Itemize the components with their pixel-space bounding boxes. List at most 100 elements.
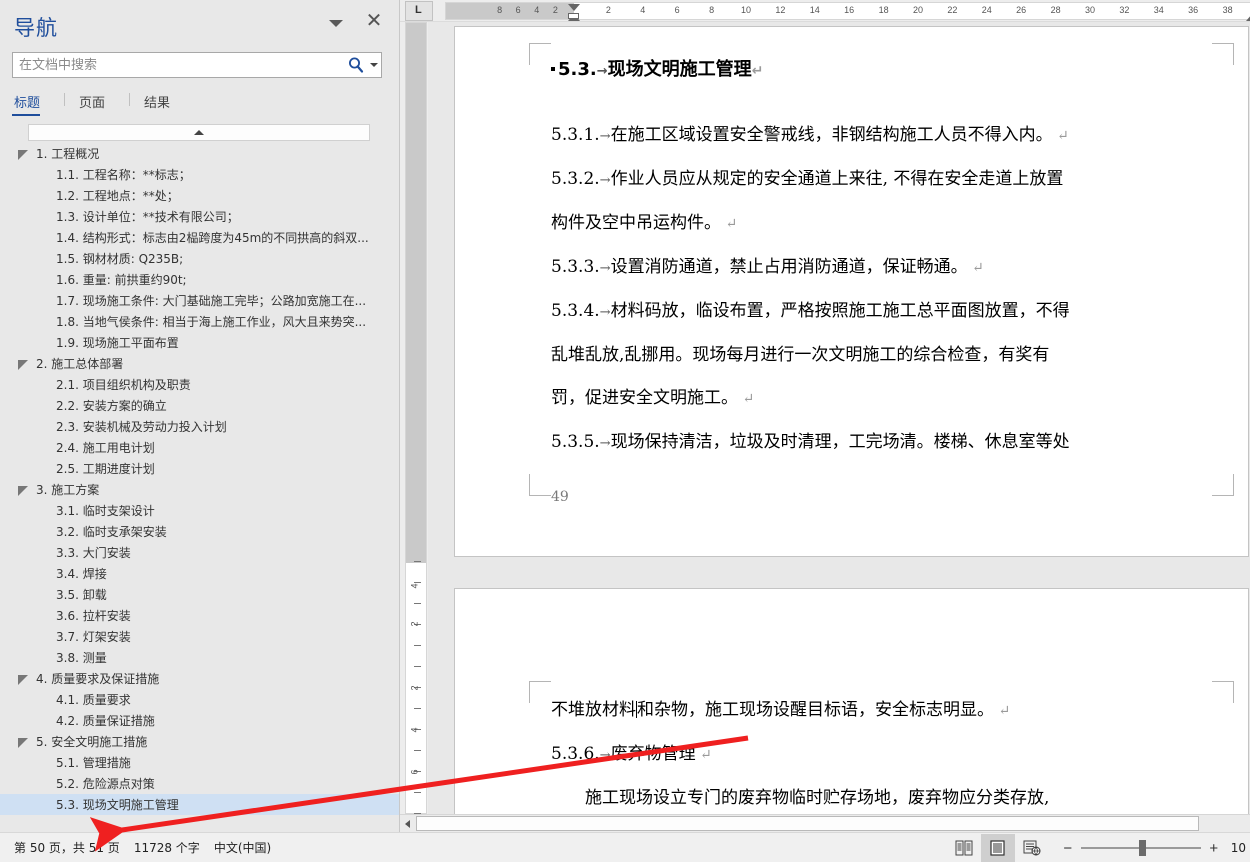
paragraph-text: 乱堆乱放,乱挪用。现场每月进行一次文明施工的综合检查，有奖有 <box>551 345 1049 365</box>
first-line-indent-marker[interactable] <box>568 4 580 11</box>
heading-tree-item[interactable]: 1.5. 钢材材质: Q235B; <box>0 248 399 269</box>
chevron-down-icon[interactable] <box>327 14 345 32</box>
left-indent-marker[interactable] <box>568 13 579 19</box>
document-paragraph-line[interactable]: 乱堆乱放,乱挪用。现场每月进行一次文明施工的综合检查，有奖有 <box>551 334 1212 377</box>
heading-tree-item[interactable]: 1.6. 重量: 前拱重约90t; <box>0 269 399 290</box>
heading-tree-item[interactable]: 3.3. 大门安装 <box>0 542 399 563</box>
heading-tree-item[interactable]: 2.1. 项目组织机构及职责 <box>0 374 399 395</box>
document-page[interactable]: 5.3.→现场文明施工管理↵ 5.3.1.→在施工区域设置安全警戒线，非钢结构施工… <box>454 26 1249 557</box>
heading-tree-item-label: 3.5. 卸载 <box>56 586 107 603</box>
tab-headings[interactable]: 标题 <box>12 90 52 116</box>
heading-tree-item[interactable]: 3.6. 拉杆安装 <box>0 605 399 626</box>
document-paragraph-line[interactable]: 施工现场设立专门的废弃物临时贮存场地，废弃物应分类存放, <box>551 777 1212 814</box>
heading-tree-item[interactable]: 5.3. 现场文明施工管理 <box>0 794 399 815</box>
expand-collapse-icon[interactable] <box>18 360 27 369</box>
expand-collapse-icon[interactable] <box>18 150 27 159</box>
heading-tree-item[interactable]: 2.2. 安装方案的确立 <box>0 395 399 416</box>
horizontal-scrollbar-thumb[interactable] <box>416 816 1199 831</box>
expand-collapse-icon[interactable] <box>18 738 27 747</box>
heading-tree-item[interactable]: 3.8. 测量 <box>0 647 399 668</box>
heading-tree-item[interactable]: 3.7. 灯架安装 <box>0 626 399 647</box>
close-icon[interactable]: ✕ <box>363 10 385 32</box>
heading-tree-item[interactable]: 1.3. 设计单位：**技术有限公司； <box>0 206 399 227</box>
zoom-in-button[interactable]: + <box>1205 840 1223 857</box>
heading-tree-item[interactable]: 3.2. 临时支承架安装 <box>0 521 399 542</box>
ruler-track[interactable]: 8642246810121416182022242628303234363840… <box>445 2 1250 20</box>
document-paragraph-line[interactable]: 不堆放材料和杂物，施工现场设醒目标语，安全标志明显。 ↵ <box>551 689 1212 733</box>
tab-results[interactable]: 结果 <box>142 90 182 116</box>
heading-tree-item-label: 1.6. 重量: 前拱重约90t; <box>56 271 187 288</box>
zoom-slider[interactable] <box>1081 847 1201 849</box>
heading-tree-item[interactable]: 1.7. 现场施工条件: 大门基础施工完毕；公路加宽施工在... <box>0 290 399 311</box>
expand-collapse-icon[interactable] <box>18 486 27 495</box>
document-heading[interactable]: 5.3.→现场文明施工管理↵ <box>551 55 1212 87</box>
web-layout-icon[interactable] <box>1015 834 1049 862</box>
heading-tree-item[interactable]: 1. 工程概况 <box>0 143 399 164</box>
document-paragraph-line[interactable]: 5.3.5.→现场保持清洁，垃圾及时清理，工完场清。楼梯、休息室等处 <box>551 421 1212 465</box>
horizontal-scrollbar[interactable] <box>400 814 1250 832</box>
heading-tree-item[interactable]: 4. 质量要求及保证措施 <box>0 668 399 689</box>
document-paragraph-line[interactable]: 构件及空中吊运构件。 ↵ <box>551 202 1212 246</box>
search-box[interactable] <box>12 52 382 78</box>
heading-tree-item[interactable]: 3. 施工方案 <box>0 479 399 500</box>
paragraph-text: 废弃物管理 <box>611 744 696 764</box>
print-layout-icon[interactable] <box>981 834 1015 862</box>
heading-tree-item[interactable]: 4.1. 质量要求 <box>0 689 399 710</box>
search-icon[interactable] <box>345 55 367 75</box>
heading-tree-item[interactable]: 1.8. 当地气侯条件: 相当于海上施工作业，风大且来势突... <box>0 311 399 332</box>
heading-tree-item[interactable]: 5. 安全文明施工措施 <box>0 731 399 752</box>
document-paragraph-line[interactable]: 5.3.3.→设置消防通道，禁止占用消防通道，保证畅通。 ↵ <box>551 246 1212 290</box>
page-content[interactable]: 5.3.→现场文明施工管理↵ 5.3.1.→在施工区域设置安全警戒线，非钢结构施工… <box>551 55 1212 465</box>
heading-tree-item[interactable]: 3.1. 临时支架设计 <box>0 500 399 521</box>
heading-tree-item[interactable]: 1.9. 现场施工平面布置 <box>0 332 399 353</box>
document-paragraph-line[interactable]: 5.3.1.→在施工区域设置安全警戒线，非钢结构施工人员不得入内。 ↵ <box>551 114 1212 158</box>
ruler-tick-label: 4 <box>534 5 539 15</box>
document-paragraph-line[interactable]: 罚，促进安全文明施工。 ↵ <box>551 377 1212 421</box>
heading-tree-item[interactable]: 2. 施工总体部署 <box>0 353 399 374</box>
heading-text: 现场文明施工管理 <box>608 59 752 80</box>
chevron-down-icon[interactable] <box>367 55 381 75</box>
expand-collapse-icon[interactable] <box>18 675 27 684</box>
vertical-ruler-tick <box>414 750 421 751</box>
heading-tree-item[interactable]: 5.1. 管理措施 <box>0 752 399 773</box>
heading-tree-item[interactable]: 1.4. 结构形式：标志由2榀跨度为45m的不同拱高的斜双... <box>0 227 399 248</box>
search-input[interactable] <box>13 57 345 74</box>
horizontal-ruler[interactable]: 8642246810121416182022242628303234363840… <box>400 0 1250 22</box>
vertical-ruler[interactable]: 42246 <box>400 22 428 814</box>
zoom-slider-thumb[interactable] <box>1139 840 1146 856</box>
heading-tree-item[interactable]: 3.4. 焊接 <box>0 563 399 584</box>
document-page[interactable]: 不堆放材料和杂物，施工现场设醒目标语，安全标志明显。 ↵5.3.6.→废弃物管理… <box>454 588 1249 814</box>
heading-tree-item[interactable]: 2.3. 安装机械及劳动力投入计划 <box>0 416 399 437</box>
tab-mark: → <box>600 305 611 320</box>
tab-pages[interactable]: 页面 <box>77 90 117 116</box>
heading-tree-item-label: 2.3. 安装机械及劳动力投入计划 <box>56 418 227 435</box>
word-count[interactable]: 11728 个字 <box>134 839 200 856</box>
page-content[interactable]: 不堆放材料和杂物，施工现场设醒目标语，安全标志明显。 ↵5.3.6.→废弃物管理… <box>551 689 1212 814</box>
heading-tree-item-label: 3.7. 灯架安装 <box>56 628 131 645</box>
scroll-up-button[interactable] <box>28 124 370 141</box>
scroll-left-button[interactable] <box>400 816 416 832</box>
document-paragraph-line[interactable]: 5.3.2.→作业人员应从规定的安全通道上来往, 不得在安全走道上放置 <box>551 158 1212 202</box>
heading-tree-item-label: 3.4. 焊接 <box>56 565 107 582</box>
heading-tree-item-label: 5. 安全文明施工措施 <box>36 733 147 750</box>
heading-tree-item[interactable]: 1.2. 工程地点：**处； <box>0 185 399 206</box>
zoom-out-button[interactable]: − <box>1059 840 1077 857</box>
read-mode-icon[interactable] <box>947 834 981 862</box>
document-paragraph-line[interactable]: 5.3.6.→废弃物管理 ↵ <box>551 733 1212 777</box>
tab-mark: → <box>600 261 611 276</box>
heading-tree-item[interactable]: 1.1. 工程名称：**标志； <box>0 164 399 185</box>
page-indicator[interactable]: 第 50 页，共 51 页 <box>14 839 120 856</box>
document-paragraph-line[interactable]: 5.3.4.→材料码放，临设布置，严格按照施工施工总平面图放置，不得 <box>551 290 1212 334</box>
heading-tree-item[interactable]: 3.5. 卸载 <box>0 584 399 605</box>
paragraph-number: 5.3.4. <box>551 301 600 321</box>
heading-tree-item[interactable]: 2.5. 工期进度计划 <box>0 458 399 479</box>
heading-tree-item[interactable]: 4.2. 质量保证措施 <box>0 710 399 731</box>
heading-tree-item[interactable]: 2.4. 施工用电计划 <box>0 437 399 458</box>
vertical-ruler-track[interactable]: 42246 <box>405 22 427 814</box>
zoom-level[interactable]: 10 <box>1231 841 1246 855</box>
language-indicator[interactable]: 中文(中国) <box>214 839 271 856</box>
right-indent-marker[interactable] <box>1246 14 1250 21</box>
page-canvas[interactable]: 5.3.→现场文明施工管理↵ 5.3.1.→在施工区域设置安全警戒线，非钢结构施工… <box>428 22 1250 814</box>
tab-stop-selector-icon[interactable] <box>405 1 433 21</box>
heading-tree-item[interactable]: 5.2. 危险源点对策 <box>0 773 399 794</box>
